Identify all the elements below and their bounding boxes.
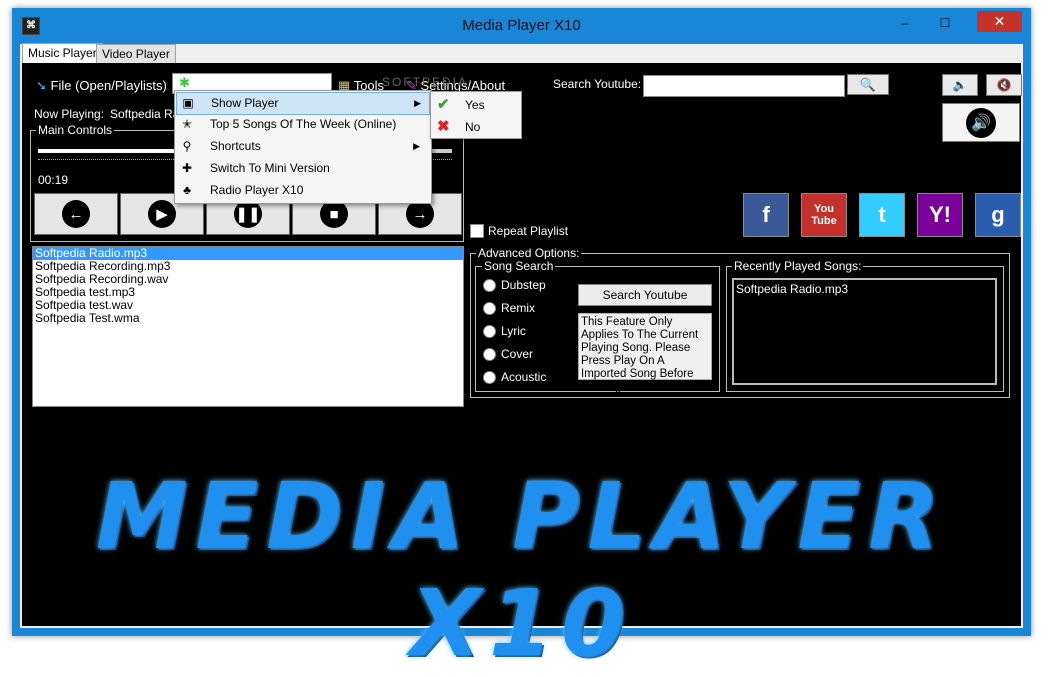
youtube-icon: You Tube — [811, 203, 837, 227]
player-icon: ▣ — [182, 96, 194, 110]
check-icon: ✔ — [437, 96, 450, 113]
minimize-button[interactable]: – — [892, 13, 918, 33]
play-icon: ▶ — [148, 200, 176, 228]
radio-label: Remix — [501, 301, 536, 315]
radio-cover[interactable] — [483, 348, 496, 361]
tab-video-player[interactable]: Video Player — [96, 44, 176, 65]
radio-acoustic[interactable] — [483, 371, 496, 384]
yahoo-button[interactable]: Y! — [917, 193, 963, 237]
playlist-item[interactable]: Softpedia Test.wma — [33, 312, 463, 325]
song-search-label: Song Search — [482, 259, 556, 273]
submenu-arrow-icon: ▶ — [413, 141, 420, 151]
now-playing-label: Now Playing: — [34, 107, 105, 121]
window-title: Media Player X10 — [462, 17, 581, 34]
volume-button[interactable]: 🔈 — [942, 74, 978, 96]
file-menu[interactable]: ➘ File (Open/Playlists) — [36, 78, 167, 94]
top5-dropdown-menu: ▣ Show Player ▶ ✭ Top 5 Songs Of The Week (O… — [174, 90, 432, 204]
watermark: SOFTPEDIA — [382, 75, 469, 89]
search-button[interactable]: 🔍 — [847, 74, 889, 95]
submenu-arrow-icon: ▶ — [414, 98, 421, 108]
dropdown-item-shortcuts[interactable]: ⚲ Shortcuts ▶ — [176, 136, 428, 157]
dropdown-item-top-5-songs-of-the-week-online[interactable]: ✭ Top 5 Songs Of The Week (Online) — [176, 114, 428, 135]
star-icon: ✱ — [179, 75, 190, 90]
facebook-icon: f — [762, 202, 770, 227]
radio-lyric[interactable] — [483, 325, 496, 338]
main-controls-label: Main Controls — [36, 123, 115, 137]
maximize-button[interactable]: ☐ — [932, 13, 958, 33]
search-icon: 🔍 — [859, 77, 877, 92]
radio-icon: ♣ — [183, 183, 191, 197]
title-bar: ⌘ Media Player X10 – ☐ ✕ — [12, 8, 1031, 44]
facebook-button[interactable]: f — [743, 193, 789, 237]
time-display: 00:19 — [38, 173, 69, 187]
search-youtube-button[interactable]: Search Youtube — [578, 284, 712, 306]
repeat-label: Repeat Playlist — [488, 224, 569, 238]
file-icon: ➘ — [36, 78, 47, 93]
dropdown-item-switch-to-mini-version[interactable]: ✚ Switch To Mini Version — [176, 158, 428, 179]
recently-played-list[interactable]: Softpedia Radio.mp3 — [732, 278, 997, 385]
stop-icon: ■ — [320, 200, 348, 228]
dropdown-item-label: Switch To Mini Version — [210, 161, 330, 175]
arrow-left-icon: ← — [62, 200, 90, 228]
puzzle-icon: ✚ — [181, 161, 193, 175]
arrow-right-icon: → — [406, 200, 434, 228]
submenu-yes-label: Yes — [465, 98, 485, 112]
file-menu-label: File (Open/Playlists) — [50, 78, 167, 93]
star-icon: ✭ — [181, 117, 193, 131]
close-button[interactable]: ✕ — [977, 11, 1022, 32]
big-volume-button[interactable]: 🔊 — [942, 103, 1020, 142]
logo: MEDIA PLAYER X10 — [95, 463, 948, 677]
yahoo-icon: Y! — [929, 202, 951, 227]
dropdown-item-show-player[interactable]: ▣ Show Player ▶ — [176, 92, 430, 115]
dropdown-item-label: Radio Player X10 — [210, 183, 304, 197]
dropdown-item-label: Shortcuts — [210, 139, 261, 153]
radio-label: Cover — [501, 347, 534, 361]
mute-icon: 🔇 — [996, 78, 1012, 92]
radio-label: Lyric — [501, 324, 526, 338]
twitter-icon: t — [878, 202, 886, 227]
music-player-panel: ➘ File (Open/Playlists) ✱ ▦ Tools ✎ Sett… — [22, 63, 1022, 677]
radio-remix[interactable] — [483, 302, 496, 315]
twitter-button[interactable]: t — [859, 193, 905, 237]
radio-label: Dubstep — [501, 278, 546, 292]
submenu-yes[interactable]: ✔ Yes — [431, 94, 521, 116]
dropdown-item-label: Top 5 Songs Of The Week (Online) — [210, 117, 397, 131]
search-youtube-label: Search Youtube: — [553, 77, 642, 91]
key-icon: ⚲ — [182, 139, 192, 153]
repeat-checkbox[interactable] — [470, 224, 484, 238]
playlist[interactable]: Softpedia Radio.mp3 Softpedia Recording.m… — [32, 246, 464, 407]
submenu-no[interactable]: ✖ No — [431, 116, 521, 138]
feature-note: This Feature Only Applies To The Current… — [578, 313, 712, 393]
radio-label: Acoustic — [501, 370, 547, 384]
speaker-large-icon: 🔊 — [966, 107, 996, 138]
dropdown-item-label: Show Player — [211, 96, 279, 110]
advanced-options-label: Advanced Options: — [476, 246, 582, 260]
dropdown-item-radio-player-x10[interactable]: ♣ Radio Player X10 — [176, 180, 428, 201]
recent-item[interactable]: Softpedia Radio.mp3 — [736, 282, 993, 296]
speaker-icon: 🔈 — [952, 78, 968, 92]
show-player-submenu: ✔ Yes ✖ No — [430, 91, 522, 139]
previous-button[interactable]: ← — [34, 193, 118, 235]
radio-dubstep[interactable] — [483, 279, 496, 292]
youtube-search-input[interactable] — [643, 75, 845, 97]
pause-icon: ❚❚ — [234, 200, 262, 228]
recent-label: Recently Played Songs: — [732, 259, 864, 273]
google-button[interactable]: g — [975, 193, 1021, 237]
submenu-no-label: No — [465, 120, 481, 134]
youtube-button[interactable]: You Tube — [801, 193, 847, 237]
google-icon: g — [991, 202, 1005, 227]
mute-button[interactable]: 🔇 — [986, 74, 1022, 96]
x-icon: ✖ — [437, 118, 450, 135]
tab-music-player[interactable]: Music Player — [22, 43, 103, 64]
